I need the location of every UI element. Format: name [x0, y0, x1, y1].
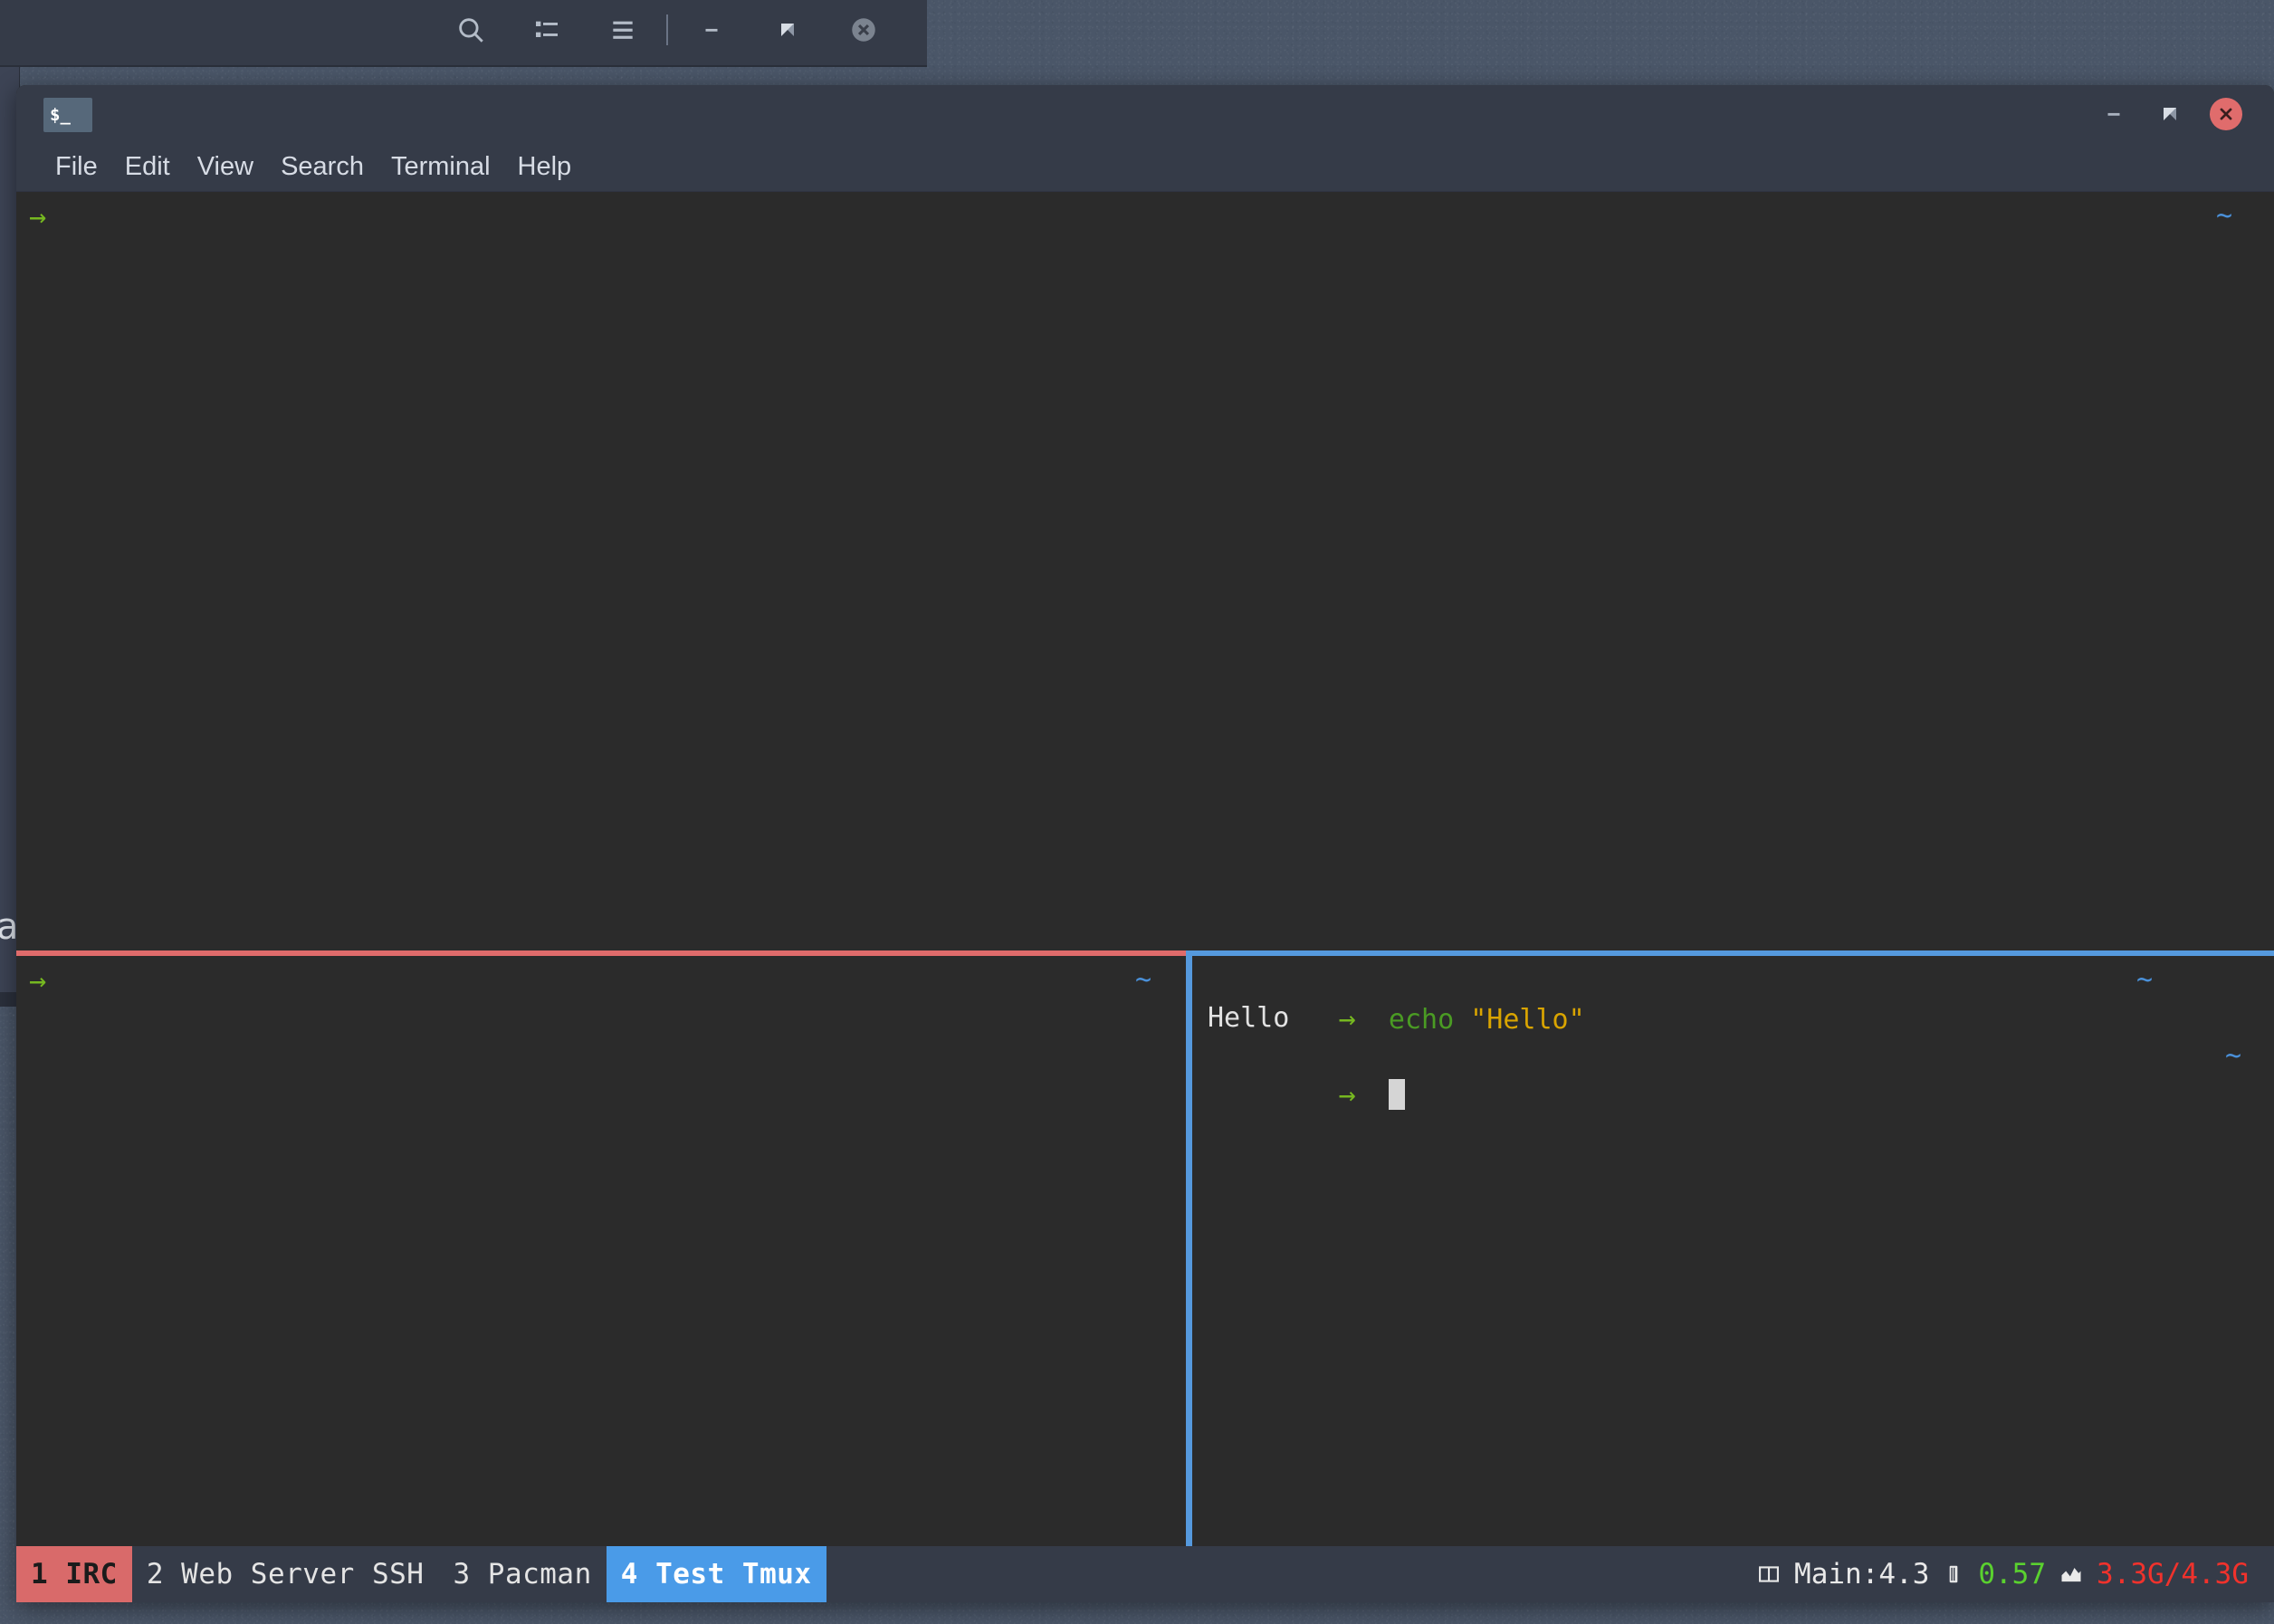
tmux-window-tab-2-web-server-ssh[interactable]: 2 Web Server SSH — [132, 1546, 439, 1602]
menu-item-terminal[interactable]: Terminal — [377, 148, 504, 186]
tmux-pane-bottom-left[interactable]: → ~ — [16, 956, 1184, 1546]
close-button[interactable] — [2198, 91, 2254, 138]
tmux-window-tab-3-pacman[interactable]: 3 Pacman — [438, 1546, 606, 1602]
tmux-window-tab-4-test-tmux[interactable]: 4 Test Tmux — [606, 1546, 826, 1602]
tmux-window-tab-1-irc[interactable]: 1 IRC — [16, 1546, 132, 1602]
list-view-icon[interactable] — [509, 6, 585, 53]
shell-command: echo — [1388, 1004, 1455, 1036]
menu-item-help[interactable]: Help — [504, 148, 586, 186]
close-icon[interactable] — [826, 6, 902, 53]
memory-graph-icon — [2059, 1562, 2084, 1587]
menu-item-search[interactable]: Search — [267, 148, 377, 186]
tmux-status-right: Main:4.3 0.57 3.3G/4.3G — [1756, 1546, 2274, 1602]
tmux-pane-bottom-left-prompt: → — [29, 963, 47, 998]
menu-item-view[interactable]: View — [184, 148, 267, 186]
terminal-title-bar[interactable]: $_ — [16, 85, 2274, 143]
restore-icon[interactable] — [750, 6, 826, 53]
tmux-pane-top-path-marker: ~ — [2215, 200, 2232, 232]
tmux-pane-top[interactable]: → ~ — [16, 192, 2274, 951]
tmux-pane-bottom-left-path-marker: ~ — [1134, 964, 1151, 996]
shell-command-output: Hello — [1208, 1002, 1290, 1034]
toolbar-divider — [666, 14, 668, 45]
cpu-load-value: 0.57 — [1978, 1558, 2047, 1591]
panes-icon — [1756, 1562, 1782, 1587]
restore-button[interactable] — [2142, 91, 2198, 138]
tmux-pane-bottom-right-new-path-marker: ~ — [2224, 1040, 2241, 1072]
tmux-status-bar: 1 IRC 2 Web Server SSH 3 Pacman 4 Test T… — [16, 1546, 2274, 1602]
minimize-icon[interactable] — [674, 6, 750, 53]
menu-item-file[interactable]: File — [42, 148, 111, 186]
tmux-session-label: Main:4.3 — [1794, 1558, 1930, 1591]
tmux-pane-bottom-right[interactable]: → echo "Hello" ~ Hello → ~ — [1195, 956, 2274, 1546]
close-icon — [2210, 98, 2242, 130]
text-cursor[interactable] — [1388, 1079, 1405, 1110]
tmux-pane-bottom-right-new-prompt: → — [1338, 1077, 1356, 1112]
tmux-status-left: 1 IRC 2 Web Server SSH 3 Pacman 4 Test T… — [16, 1546, 826, 1602]
terminal-menu-bar: File Edit View Search Terminal Help — [16, 143, 2274, 192]
terminal-window[interactable]: $_ File Edit View Search Terminal Help →… — [16, 85, 2274, 1602]
shell-command-argument: "Hello" — [1470, 1004, 1585, 1036]
tmux-pane-border-vertical-active — [1186, 951, 1192, 1546]
background-window-header — [0, 0, 927, 63]
terminal-body[interactable]: → ~ → ~ → echo "Hello" ~ Hello → ~ 1 IRC… — [16, 192, 2274, 1602]
cpu-chip-icon — [1942, 1562, 1965, 1586]
terminal-app-icon: $_ — [43, 98, 92, 132]
minimize-button[interactable] — [2086, 91, 2142, 138]
window-controls — [2086, 85, 2254, 143]
tmux-pane-top-prompt: → — [29, 199, 47, 234]
memory-usage-value: 3.3G/4.3G — [2097, 1558, 2249, 1591]
tmux-pane-bottom-right-path-marker: ~ — [2135, 964, 2153, 996]
tmux-pane-bottom-right-prompt: → — [1338, 1001, 1356, 1036]
search-icon[interactable] — [433, 6, 509, 53]
background-window-top-strip[interactable] — [0, 0, 927, 67]
hamburger-menu-icon[interactable] — [585, 6, 661, 53]
menu-item-edit[interactable]: Edit — [111, 148, 184, 186]
